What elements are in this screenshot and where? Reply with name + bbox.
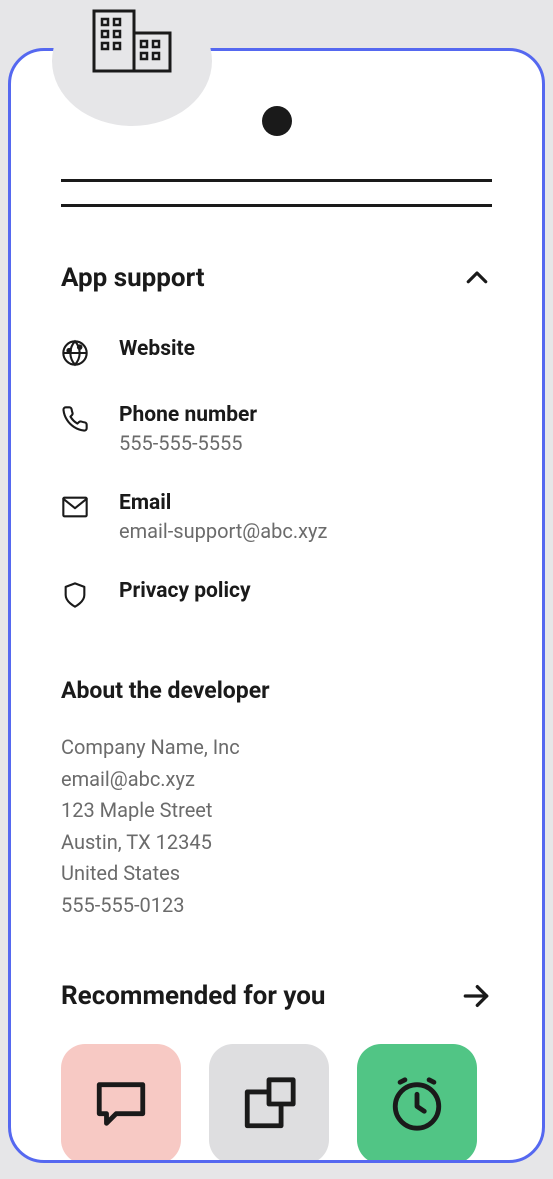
camera-dot [262, 106, 292, 136]
chat-icon [92, 1075, 150, 1133]
about-line: 123 Maple Street [61, 795, 492, 827]
recommended-section: Recommended for you [61, 980, 492, 1163]
content-area: App support Website Phone number [11, 51, 542, 1160]
support-item-email[interactable]: Email email-support@abc.xyz [61, 491, 492, 543]
support-item-website[interactable]: Website [61, 337, 492, 367]
about-line: Company Name, Inc [61, 732, 492, 764]
support-value: email-support@abc.xyz [119, 519, 327, 543]
placeholder-lines [61, 179, 492, 207]
recommended-app-2[interactable] [209, 1044, 329, 1163]
arrow-right-icon [460, 980, 492, 1012]
about-line: Austin, TX 12345 [61, 827, 492, 859]
recommended-title: Recommended for you [61, 981, 325, 1011]
mail-icon [61, 493, 89, 521]
about-line: email@abc.xyz [61, 764, 492, 796]
developer-logo [52, 0, 212, 126]
app-support-title: App support [61, 263, 205, 293]
support-item-privacy[interactable]: Privacy policy [61, 579, 492, 609]
about-line: 555-555-0123 [61, 890, 492, 922]
support-label: Website [119, 337, 195, 361]
support-label: Email [119, 491, 327, 515]
device-frame: App support Website Phone number [8, 48, 545, 1163]
support-label: Privacy policy [119, 579, 251, 603]
recommended-app-3[interactable] [357, 1044, 477, 1163]
copy-icon [240, 1075, 298, 1133]
clock-icon [388, 1075, 446, 1133]
support-label: Phone number [119, 403, 257, 427]
app-support-header[interactable]: App support [61, 263, 492, 293]
about-title: About the developer [61, 677, 492, 704]
support-value: 555-555-5555 [119, 431, 257, 455]
recommended-header[interactable]: Recommended for you [61, 980, 492, 1012]
about-developer-section: About the developer Company Name, Inc em… [61, 677, 492, 922]
chevron-up-icon [462, 263, 492, 293]
globe-icon [61, 339, 89, 367]
about-line: United States [61, 858, 492, 890]
shield-icon [61, 581, 89, 609]
recommended-app-1[interactable] [61, 1044, 181, 1163]
phone-icon [61, 405, 89, 433]
support-item-phone[interactable]: Phone number 555-555-5555 [61, 403, 492, 455]
